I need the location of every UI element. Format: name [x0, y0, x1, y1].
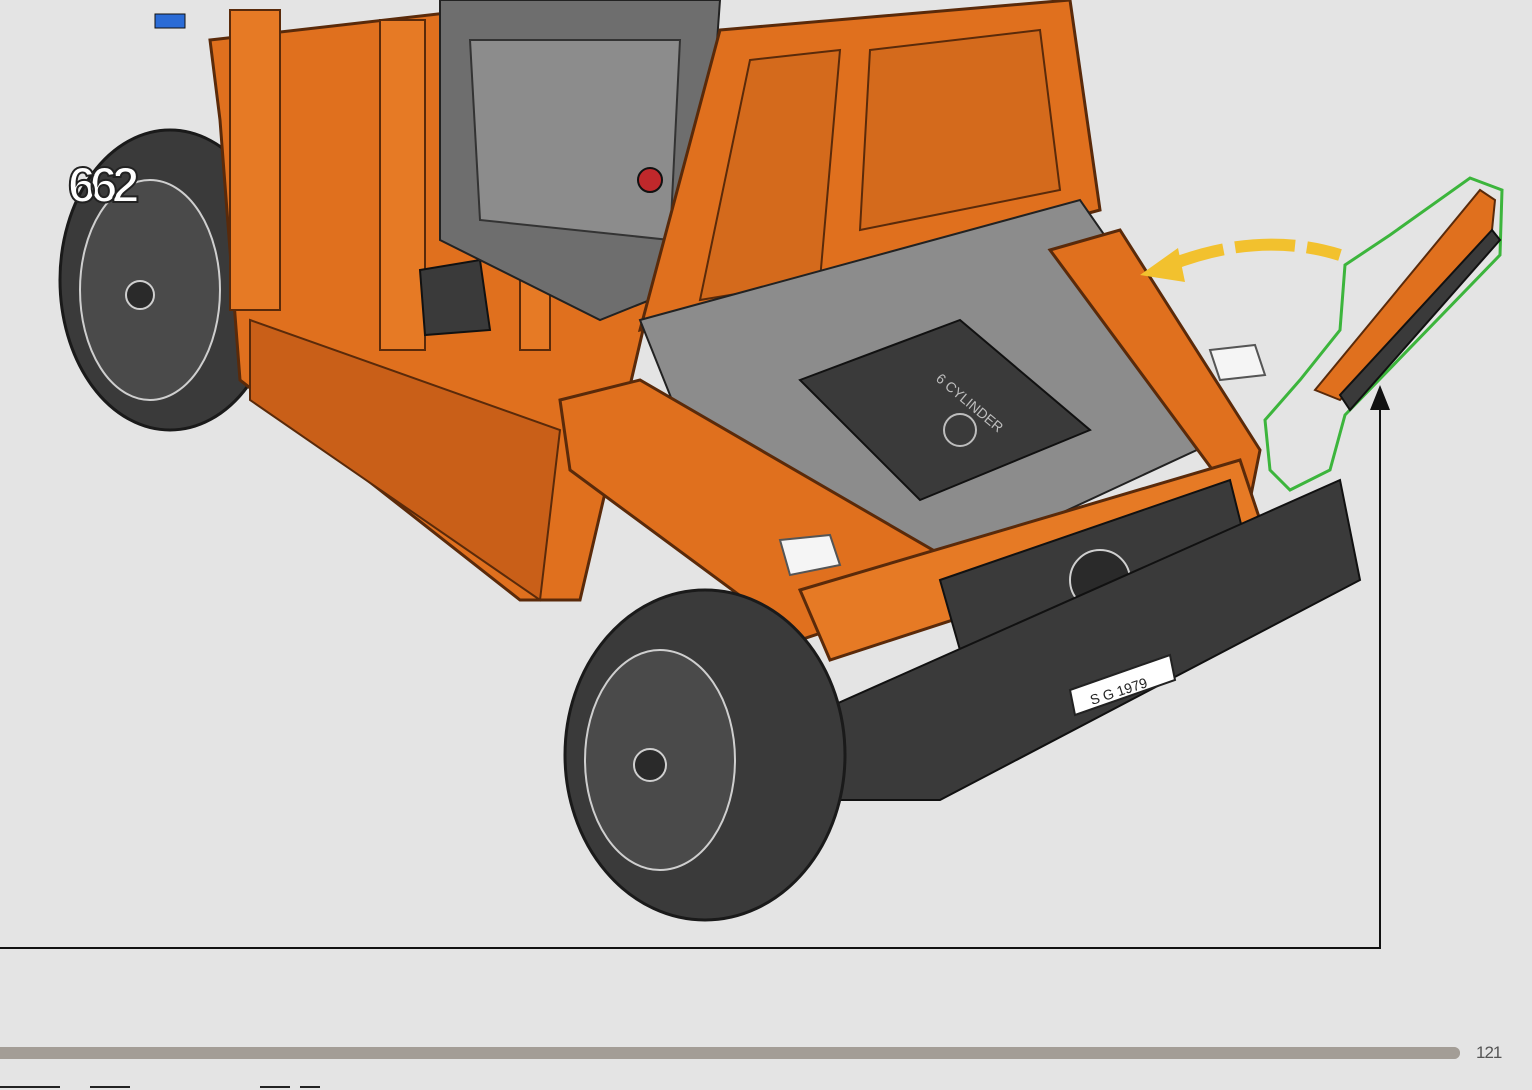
curved-placement-arrow-icon [1140, 238, 1342, 282]
instruction-page: 6 CYLINDER S G 1979 662 121 [0, 0, 1532, 1090]
page-progress-bar [0, 1047, 1460, 1059]
front-wheel [563, 588, 847, 922]
new-part-highlight [1263, 176, 1504, 492]
build-illustration: 6 CYLINDER S G 1979 [0, 0, 1504, 949]
footer-marks [0, 1086, 340, 1090]
page-progress-fill [0, 1047, 1460, 1059]
page-number: 121 [1476, 1043, 1502, 1062]
blue-pins [154, 13, 186, 29]
step-number: 662 [67, 157, 140, 213]
